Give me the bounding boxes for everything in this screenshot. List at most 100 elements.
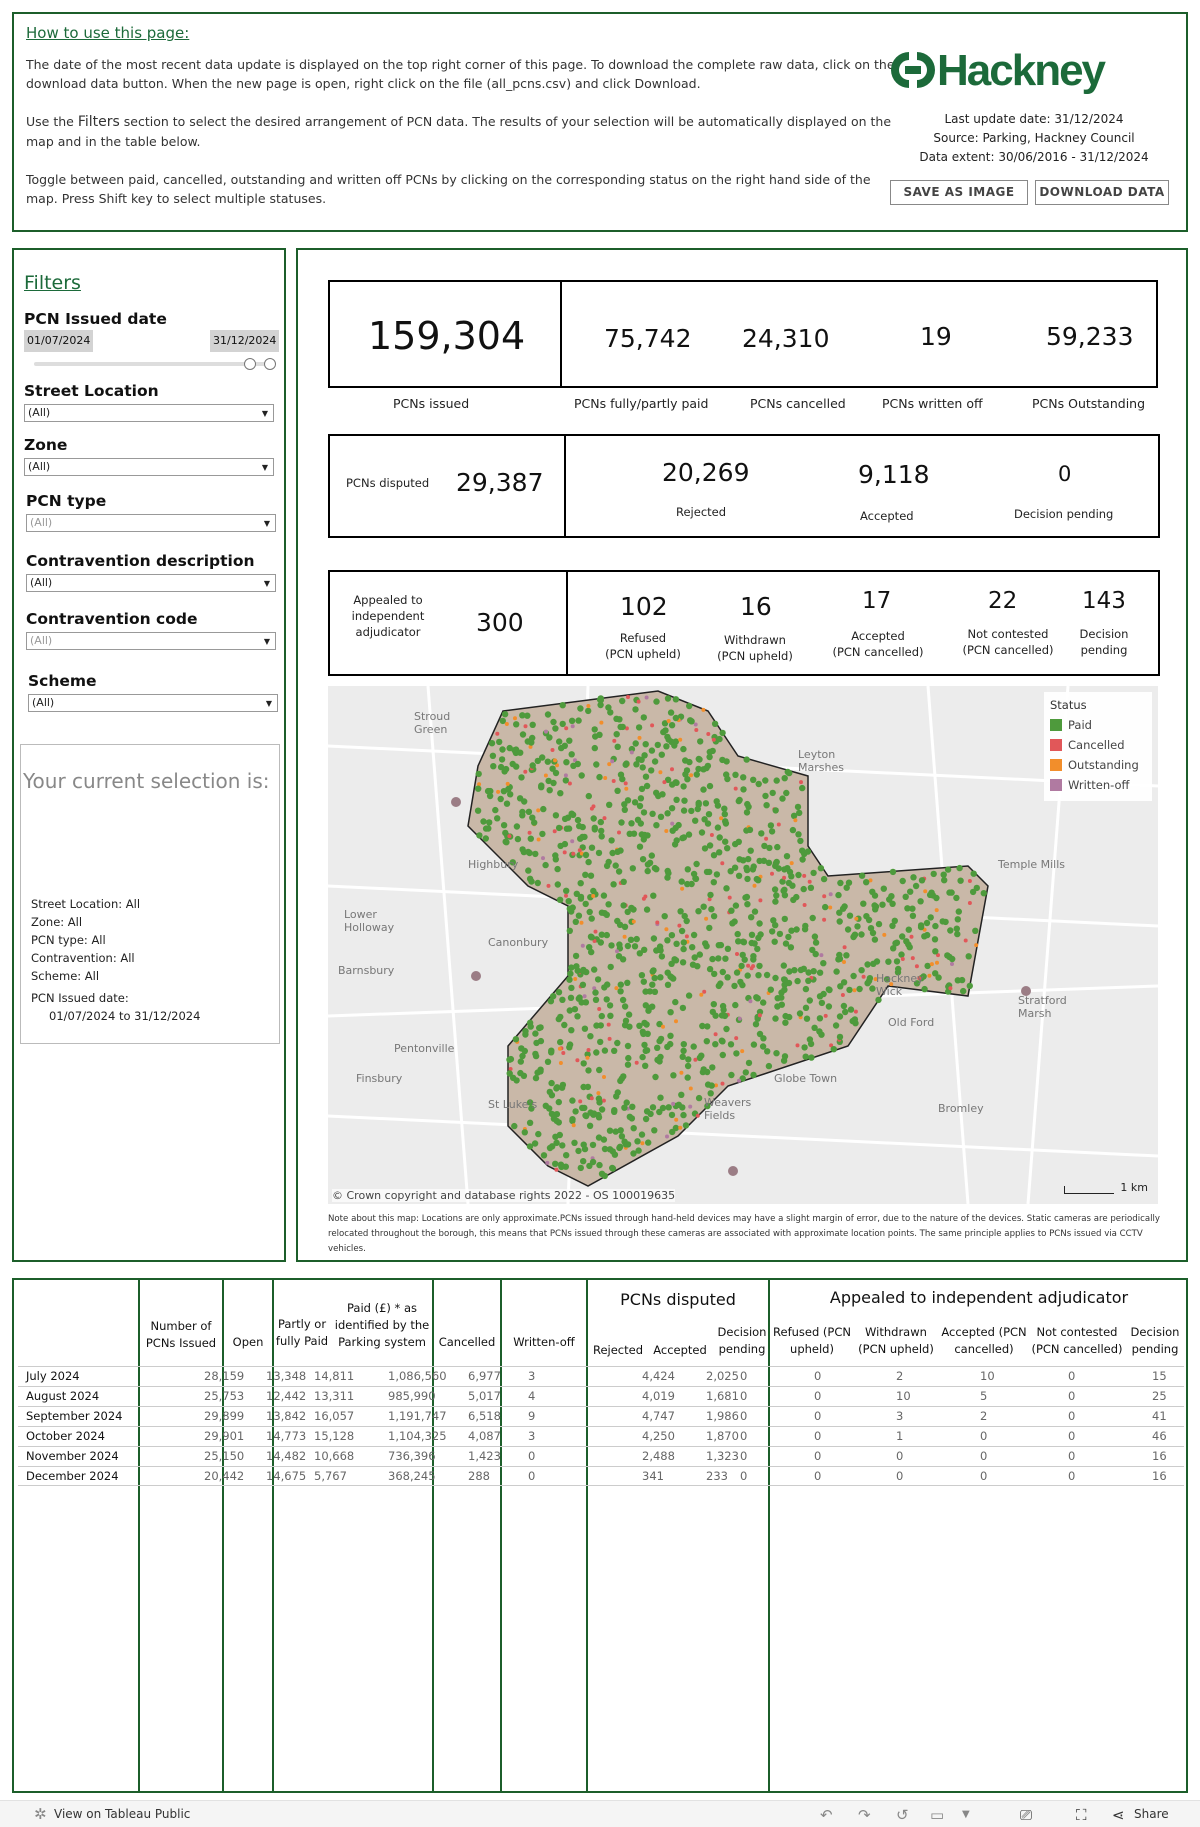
zone-select[interactable]: (All) ▼ bbox=[24, 458, 274, 476]
pcn-point bbox=[595, 849, 603, 857]
pcn-point bbox=[842, 1008, 849, 1016]
pcn-point bbox=[704, 916, 709, 921]
pcn-point bbox=[907, 888, 914, 895]
street-location-select[interactable]: (All) ▼ bbox=[24, 404, 274, 422]
pcn-point bbox=[758, 898, 763, 903]
pcn-point bbox=[639, 764, 646, 771]
pcn-point bbox=[680, 945, 687, 953]
pcn-point bbox=[954, 916, 961, 923]
pcn-point bbox=[542, 1102, 549, 1109]
pcn-map[interactable]: Status Paid Cancelled Outstanding Writte… bbox=[328, 686, 1158, 1204]
pcn-point bbox=[837, 879, 844, 887]
save-as-image-button[interactable]: SAVE AS IMAGE bbox=[890, 180, 1028, 205]
chevron-down-icon[interactable]: ▼ bbox=[962, 1809, 970, 1820]
pcn-point bbox=[501, 711, 509, 718]
pcn-point bbox=[647, 1110, 654, 1118]
cell-not-contested: 0 bbox=[1068, 1389, 1076, 1403]
pcn-point bbox=[585, 1055, 590, 1060]
pcn-point bbox=[735, 952, 739, 956]
pcn-point bbox=[941, 877, 948, 884]
pcn-point bbox=[651, 974, 658, 982]
pcn-point bbox=[865, 977, 873, 985]
pcn-point bbox=[770, 917, 777, 924]
share-icon[interactable]: ⋖ bbox=[1112, 1806, 1125, 1824]
pcn-point bbox=[640, 1141, 645, 1146]
pcn-point bbox=[719, 968, 726, 976]
pcn-point bbox=[803, 1015, 811, 1022]
status-legend[interactable]: Status Paid Cancelled Outstanding Writte… bbox=[1044, 692, 1152, 801]
pcn-point bbox=[762, 777, 769, 784]
pcn-point bbox=[771, 938, 778, 945]
redo-icon[interactable]: ↷ bbox=[858, 1806, 871, 1824]
swatch bbox=[1050, 759, 1062, 771]
pcn-point bbox=[760, 999, 767, 1006]
pcn-point bbox=[563, 887, 570, 894]
date-range-slider[interactable] bbox=[34, 362, 270, 366]
pcn-point bbox=[872, 906, 879, 913]
pcn-point bbox=[644, 867, 651, 875]
pcn-point bbox=[840, 993, 845, 997]
cell-cancelled: 288 bbox=[468, 1469, 490, 1483]
pcn-point bbox=[709, 955, 716, 963]
fullscreen-icon[interactable]: ⛶ bbox=[1076, 1806, 1087, 1824]
pcn-point bbox=[728, 1071, 735, 1079]
pcn-point bbox=[671, 1101, 676, 1106]
slider-handle-start[interactable] bbox=[244, 358, 256, 370]
hackney-wordmark: Hackney bbox=[937, 46, 1106, 95]
update-meta: Last update date: 31/12/2024 Source: Par… bbox=[919, 110, 1149, 167]
row-month: August 2024 bbox=[26, 1389, 100, 1403]
pause-icon[interactable]: ▭ bbox=[930, 1806, 944, 1824]
pcn-point bbox=[603, 776, 608, 780]
cell-accepted: 1,323 bbox=[706, 1449, 739, 1463]
pcn-point bbox=[822, 903, 829, 911]
contravention-description-select[interactable]: (All) ▼ bbox=[26, 574, 276, 592]
contravention-code-select[interactable]: (All) ▼ bbox=[26, 632, 276, 650]
pcn-point bbox=[793, 818, 798, 823]
legend-item-written-off[interactable]: Written-off bbox=[1050, 775, 1146, 795]
revert-icon[interactable]: ↺ bbox=[896, 1806, 909, 1824]
pcn-point bbox=[843, 884, 850, 891]
cell-refused: 0 bbox=[814, 1449, 822, 1463]
pcn-point bbox=[641, 831, 648, 839]
date-end-input[interactable]: 31/12/2024 bbox=[210, 330, 280, 352]
view-on-tableau-link[interactable]: View on Tableau Public bbox=[54, 1807, 190, 1821]
pcn-point bbox=[672, 998, 679, 1006]
pcn-point bbox=[664, 810, 671, 817]
legend-item-cancelled[interactable]: Cancelled bbox=[1050, 735, 1146, 755]
pcn-point bbox=[698, 829, 706, 836]
pcn-point bbox=[701, 845, 709, 852]
pcn-point bbox=[789, 861, 794, 866]
pcn-point bbox=[594, 976, 602, 983]
pcn-point bbox=[526, 1143, 534, 1150]
tableau-icon: ✲ bbox=[34, 1805, 47, 1823]
pcn-point bbox=[640, 714, 647, 721]
legend-item-paid[interactable]: Paid bbox=[1050, 715, 1146, 735]
pcn-point bbox=[592, 989, 599, 996]
download-icon[interactable]: ⎚ bbox=[1020, 1806, 1032, 1824]
kpi-cancelled-value: 24,310 bbox=[742, 324, 830, 353]
pcn-type-select[interactable]: (All) ▼ bbox=[26, 514, 276, 532]
pcn-point bbox=[580, 966, 587, 974]
pcn-point bbox=[724, 945, 732, 952]
pcn-point bbox=[806, 1036, 814, 1043]
date-start-input[interactable]: 01/07/2024 bbox=[24, 330, 94, 352]
pcn-point bbox=[810, 869, 817, 877]
cell-withdrawn: 10 bbox=[896, 1389, 911, 1403]
legend-item-outstanding[interactable]: Outstanding bbox=[1050, 755, 1146, 775]
pcn-point bbox=[607, 1036, 612, 1041]
pcn-point bbox=[716, 834, 723, 841]
pcn-point bbox=[706, 924, 713, 932]
pcn-point bbox=[746, 963, 751, 968]
pcn-point bbox=[650, 723, 655, 728]
pcn-point bbox=[755, 780, 762, 788]
scheme-select[interactable]: (All) ▼ bbox=[28, 694, 278, 712]
pcn-point bbox=[757, 1013, 762, 1018]
share-button[interactable]: Share bbox=[1134, 1807, 1169, 1821]
map-canvas[interactable] bbox=[328, 686, 1158, 1204]
download-data-button[interactable]: DOWNLOAD DATA bbox=[1035, 180, 1169, 205]
pcn-point bbox=[553, 1085, 560, 1092]
pcn-point bbox=[621, 1022, 629, 1029]
slider-handle-end[interactable] bbox=[264, 358, 276, 370]
undo-icon[interactable]: ↶ bbox=[820, 1806, 833, 1824]
pcn-point bbox=[513, 721, 520, 728]
